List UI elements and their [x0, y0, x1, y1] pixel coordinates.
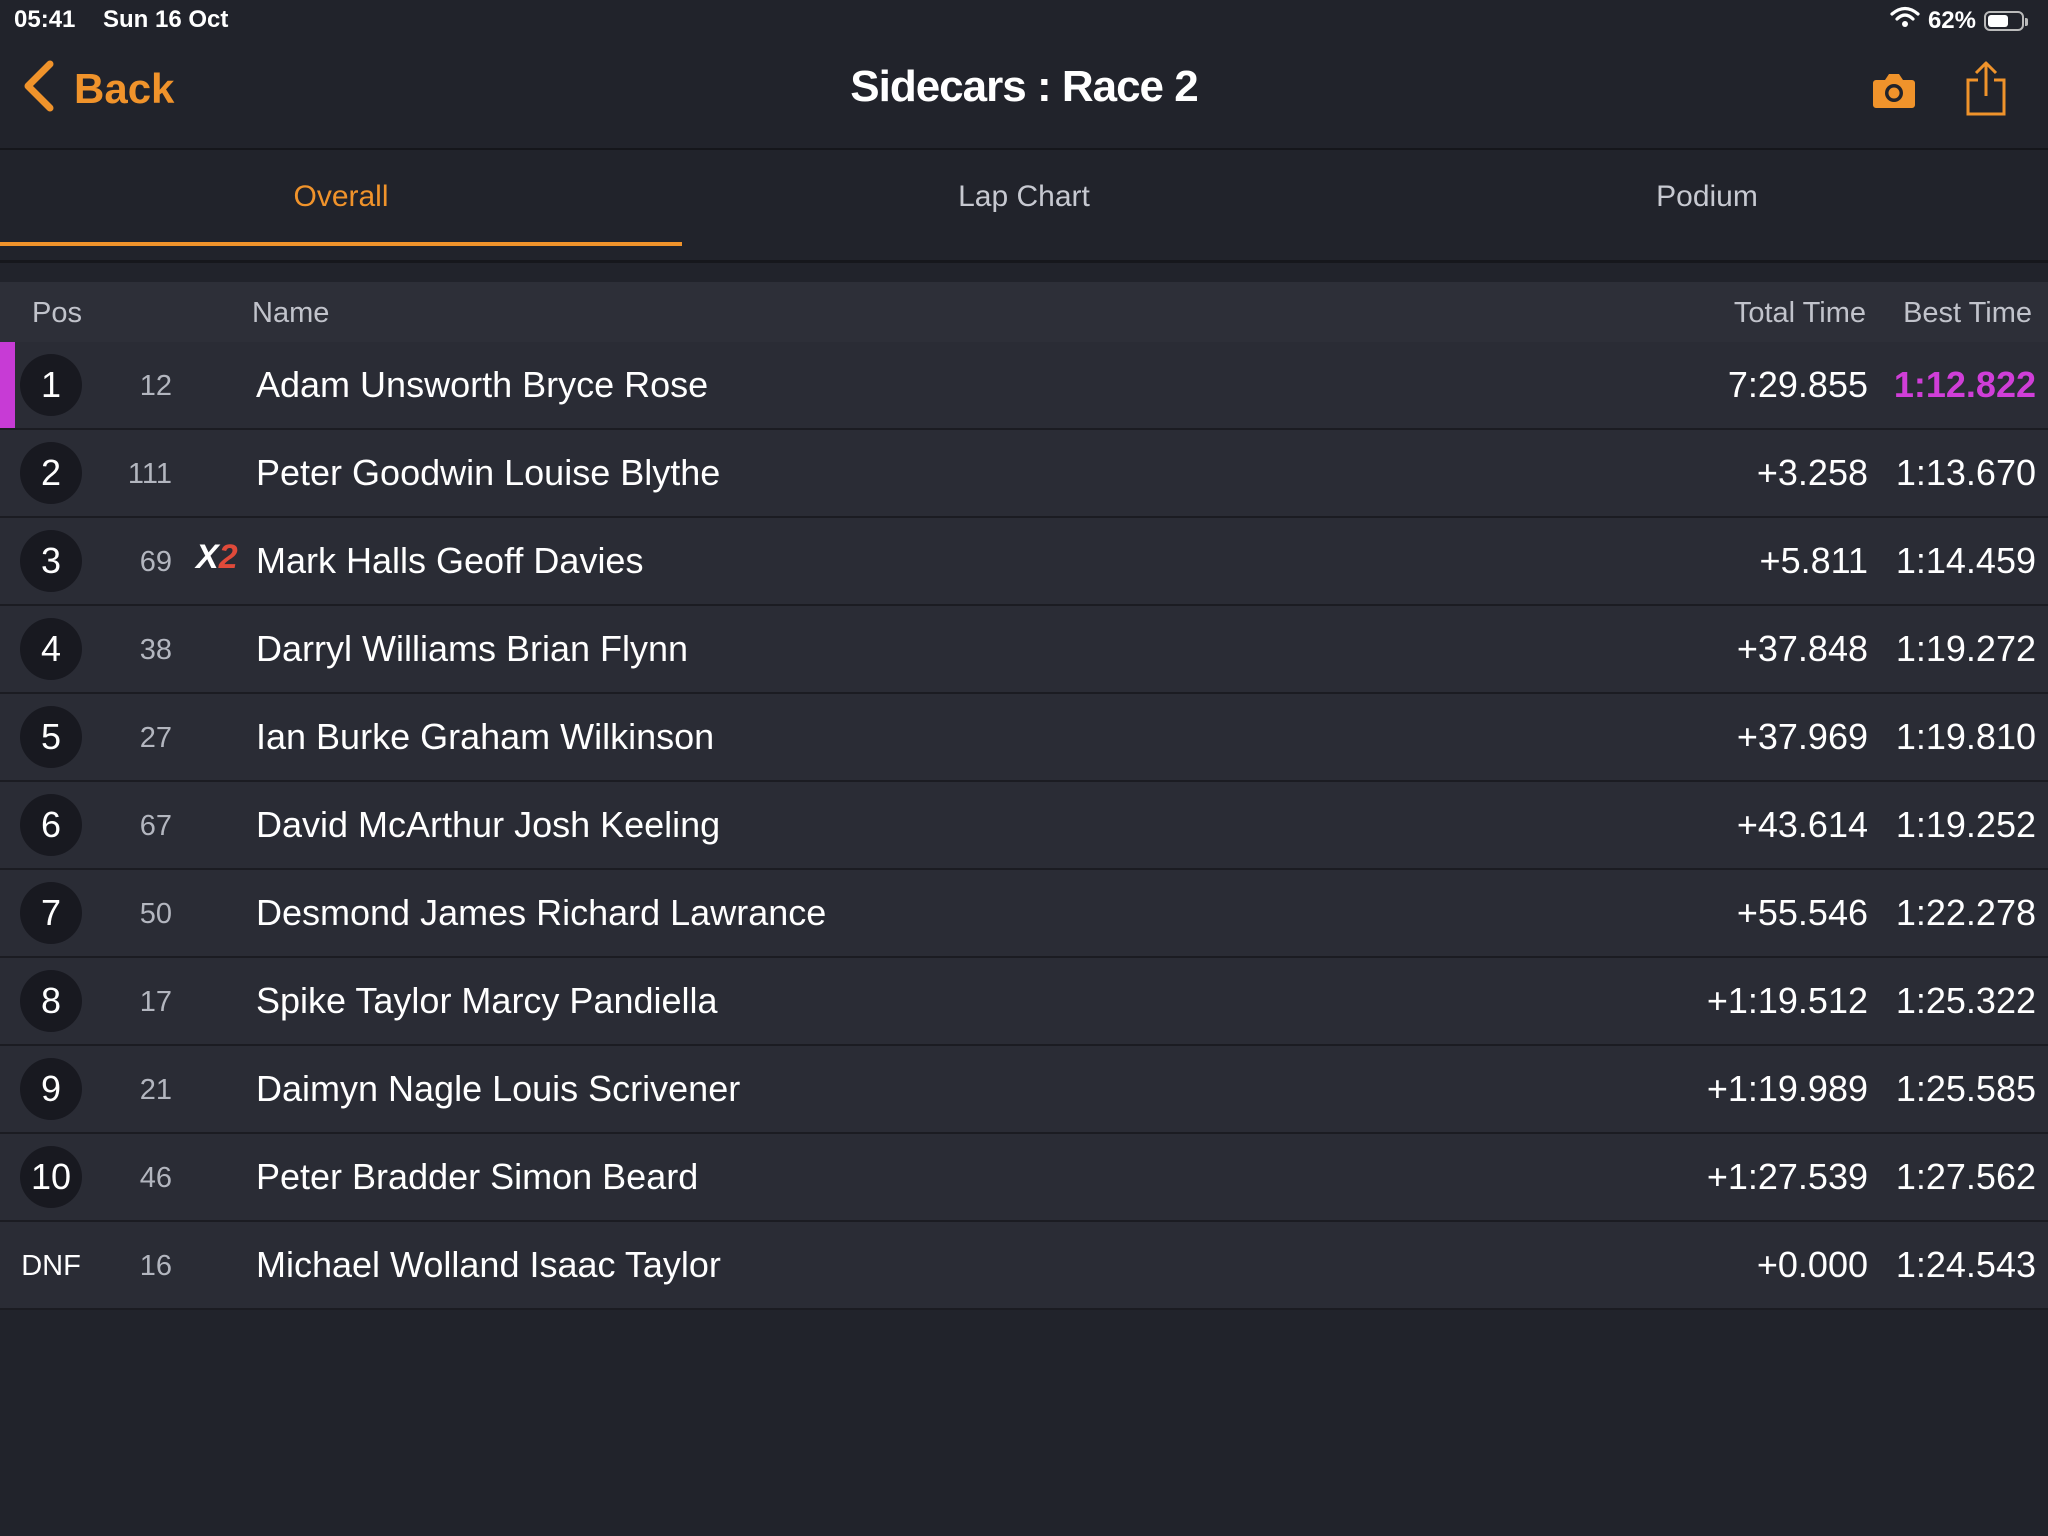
rider-names: Michael Wolland Isaac Taylor	[256, 1244, 721, 1285]
rider-names: Peter Bradder Simon Beard	[256, 1156, 699, 1197]
position-badge: 6	[20, 794, 82, 856]
race-number: 67	[139, 810, 172, 842]
battery-icon	[1984, 10, 2028, 31]
position-badge: 2	[20, 442, 82, 504]
total-time: +43.614	[1736, 804, 1868, 845]
segmented-tabs: Overall Lap Chart Podium	[0, 150, 2048, 263]
status-time: 05:41	[14, 6, 76, 33]
total-time: +1:27.539	[1706, 1156, 1868, 1197]
table-row[interactable]: 5 27 Ian Burke Graham Wilkinson +37.969 1:19…	[0, 694, 2048, 782]
position-badge: 10	[20, 1146, 82, 1208]
header-best-time: Best Time	[1903, 297, 2032, 329]
rider-names: Spike Taylor Marcy Pandiella	[256, 980, 718, 1021]
best-time: 1:19.252	[1895, 804, 2036, 845]
status-bar: 05:41 Sun 16 Oct 62%	[0, 0, 2048, 38]
race-number: 21	[139, 1074, 172, 1106]
status-date: Sun 16 Oct	[103, 6, 229, 33]
fastest-lap-marker	[0, 342, 15, 428]
best-time: 1:22.278	[1895, 892, 2036, 933]
table-row[interactable]: 10 46 Peter Bradder Simon Beard +1:27.539 1:…	[0, 1134, 2048, 1222]
class-badge-letter: X	[196, 538, 219, 576]
race-number: 16	[139, 1250, 172, 1282]
best-time: 1:19.810	[1895, 716, 2036, 757]
position-badge: 8	[20, 970, 82, 1032]
tab-overall[interactable]: Overall	[0, 150, 682, 246]
table-row[interactable]: 6 67 David McArthur Josh Keeling +43.614 1:1…	[0, 782, 2048, 870]
race-number: 69	[139, 546, 172, 578]
race-number: 27	[139, 722, 172, 754]
best-time: 1:25.322	[1895, 980, 2036, 1021]
rider-names: Darryl Williams Brian Flynn	[256, 628, 689, 669]
race-number: 46	[139, 1162, 172, 1194]
rider-names: Peter Goodwin Louise Blythe	[256, 452, 721, 493]
total-time: +0.000	[1756, 1244, 1868, 1285]
battery-fill	[1988, 14, 2008, 27]
best-time: 1:24.543	[1895, 1244, 2036, 1285]
position-badge: 7	[20, 882, 82, 944]
race-number: 12	[139, 370, 172, 402]
race-number: 17	[139, 986, 172, 1018]
battery-percent: 62%	[1927, 6, 1976, 34]
class-badge-digit: 2	[218, 538, 238, 576]
header-total-time: Total Time	[1733, 297, 1866, 329]
table-row[interactable]: 9 21 Daimyn Nagle Louis Scrivener +1:19.989…	[0, 1046, 2048, 1134]
tab-lap-chart[interactable]: Lap Chart	[683, 150, 1365, 242]
table-row[interactable]: 4 38 Darryl Williams Brian Flynn +37.848 1:1…	[0, 606, 2048, 694]
class-badge: X2	[196, 538, 238, 577]
camera-icon[interactable]	[1872, 70, 1916, 115]
table-row[interactable]: 2 111 Peter Goodwin Louise Blythe +3.258 1:1…	[0, 430, 2048, 518]
tab-podium[interactable]: Podium	[1366, 150, 2048, 242]
best-time: 1:27.562	[1895, 1156, 2036, 1197]
race-number: 38	[139, 634, 172, 666]
total-time: +1:19.512	[1706, 980, 1868, 1021]
rider-names: David McArthur Josh Keeling	[256, 804, 721, 845]
best-time: 1:19.272	[1895, 628, 2036, 669]
table-row[interactable]: 7 50 Desmond James Richard Lawrance +55.546…	[0, 870, 2048, 958]
table-row[interactable]: DNF 16 Michael Wolland Isaac Taylor +0.000 1…	[0, 1222, 2048, 1310]
header-pos: Pos	[32, 297, 82, 329]
header-name: Name	[252, 297, 330, 329]
total-time: +5.811	[1759, 540, 1868, 581]
rider-names: Adam Unsworth Bryce Rose	[256, 364, 709, 405]
best-time: 1:13.670	[1895, 452, 2036, 493]
rider-names: Desmond James Richard Lawrance	[256, 892, 827, 933]
total-time: +37.969	[1736, 716, 1868, 757]
race-number: 50	[139, 898, 172, 930]
results-table-header: Pos Name Total Time Best Time	[0, 282, 2048, 344]
page-title: Sidecars : Race 2	[850, 62, 1198, 111]
position-badge: 9	[20, 1058, 82, 1120]
results-table: 1 12 Adam Unsworth Bryce Rose 7:29.855 1:12.…	[0, 342, 2048, 1310]
table-row[interactable]: 8 17 Spike Taylor Marcy Pandiella +1:19.512…	[0, 958, 2048, 1046]
position-badge: 5	[20, 706, 82, 768]
rider-names: Ian Burke Graham Wilkinson	[256, 716, 715, 757]
position-status: DNF	[21, 1250, 81, 1282]
status-indicators: 62%	[1890, 6, 2028, 35]
navigation-bar: Back Sidecars : Race 2	[0, 38, 2048, 150]
table-row[interactable]: 1 12 Adam Unsworth Bryce Rose 7:29.855 1:12.…	[0, 342, 2048, 430]
table-row[interactable]: 3 69 X2 Mark Halls Geoff Davies +5.811 1:14.4…	[0, 518, 2048, 606]
best-time: 1:12.822	[1893, 364, 2036, 405]
rider-names: Mark Halls Geoff Davies	[256, 540, 644, 581]
position-badge: 1	[20, 354, 82, 416]
total-time: +37.848	[1736, 628, 1868, 669]
wifi-icon	[1890, 6, 1920, 35]
total-time: 7:29.855	[1727, 364, 1868, 405]
best-time: 1:25.585	[1895, 1068, 2036, 1109]
race-number: 111	[127, 458, 172, 490]
total-time: +3.258	[1756, 452, 1868, 493]
total-time: +1:19.989	[1706, 1068, 1868, 1109]
position-badge: 4	[20, 618, 82, 680]
position-badge: 3	[20, 530, 82, 592]
share-icon[interactable]	[1964, 60, 2008, 121]
total-time: +55.546	[1736, 892, 1868, 933]
best-time: 1:14.459	[1895, 540, 2036, 581]
rider-names: Daimyn Nagle Louis Scrivener	[256, 1068, 741, 1109]
